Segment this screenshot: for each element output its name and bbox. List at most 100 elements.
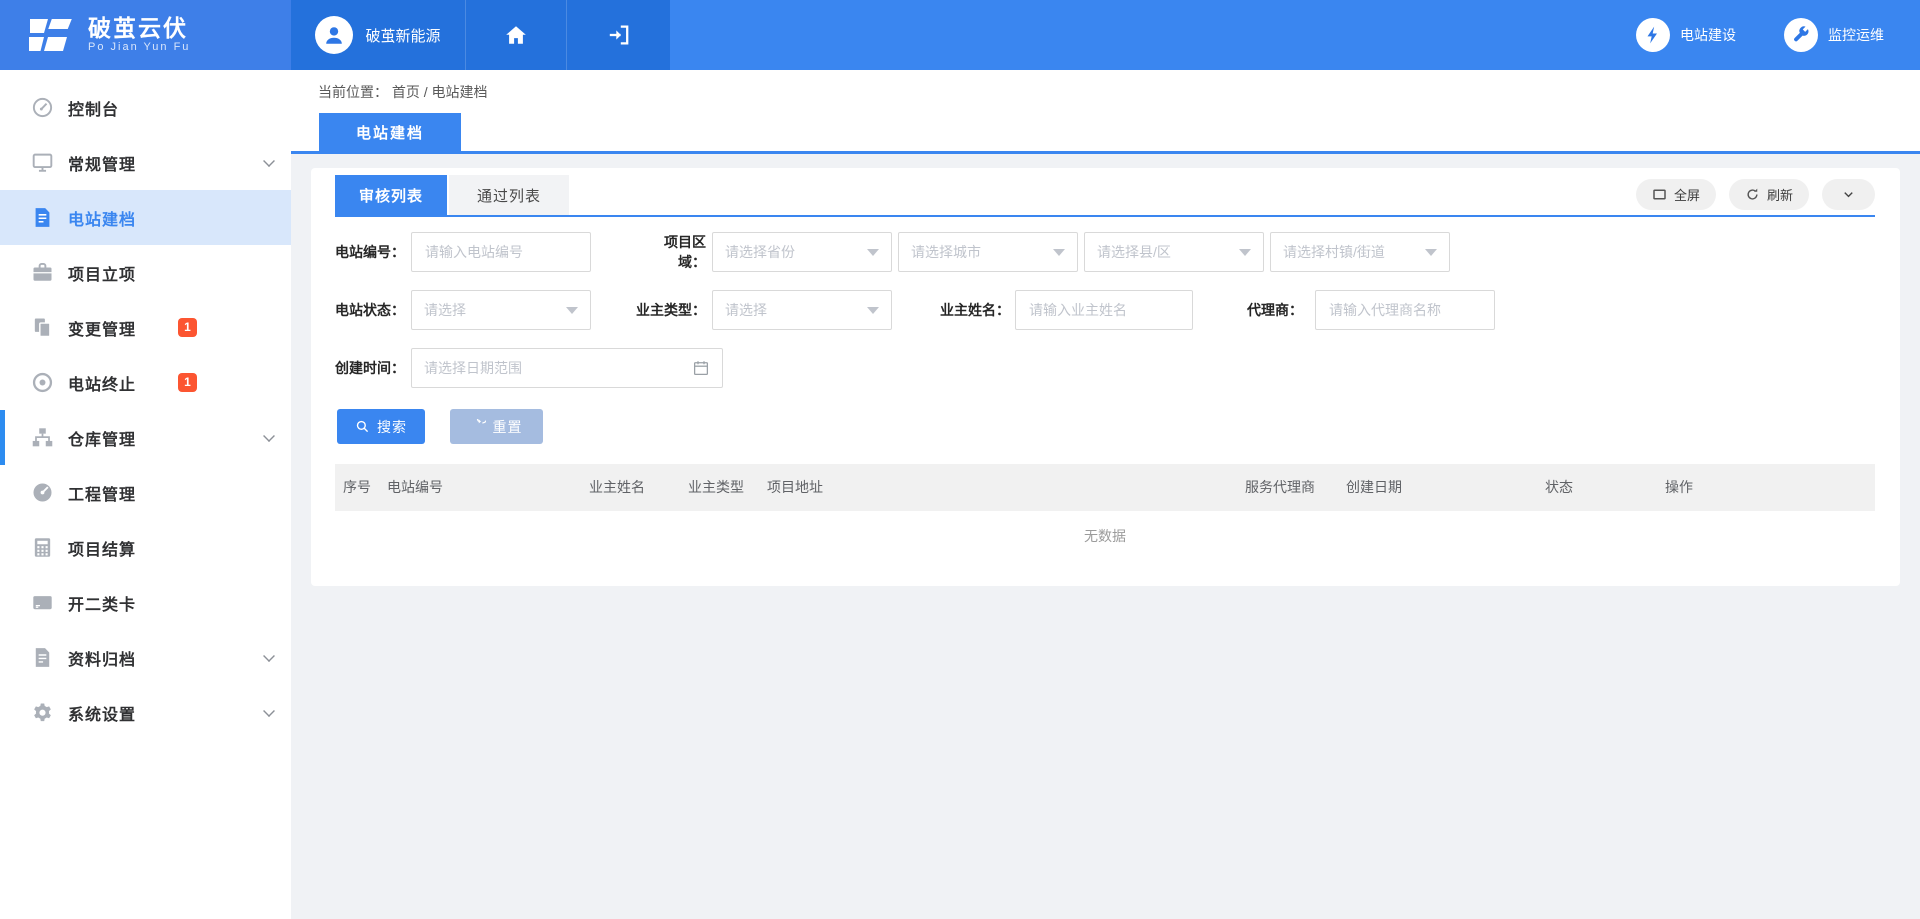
sidebar-item-station-archive[interactable]: 电站建档: [0, 190, 291, 245]
page-title-tab: 电站建档: [319, 113, 461, 151]
owner-name-input[interactable]: [1015, 290, 1193, 330]
chevron-down-icon: [263, 705, 275, 717]
notification-badge: 1: [178, 318, 197, 337]
station-status-select[interactable]: 请选择: [411, 290, 591, 330]
monitor-icon: [31, 151, 54, 174]
owner-type-select[interactable]: 请选择: [712, 290, 892, 330]
notification-badge: 1: [178, 373, 197, 392]
calendar-icon: [692, 359, 710, 377]
main-area: 当前位置： 首页 / 电站建档 电站建档 审核列表 通过列表 全屏: [291, 70, 1920, 919]
filter-row-3: 创建时间：: [335, 348, 1875, 388]
list-tabbar: 审核列表 通过列表 全屏: [335, 168, 1875, 217]
select-caret-icon: [1053, 249, 1065, 256]
header-spacer: [670, 0, 1636, 70]
gear-icon: [31, 701, 54, 724]
region-label: 项目区域：: [642, 232, 706, 272]
station-code-input[interactable]: [411, 232, 591, 272]
sidebar-item-project-settlement[interactable]: 项目结算: [0, 520, 291, 575]
tab-passed-list[interactable]: 通过列表: [449, 175, 569, 215]
meter-icon: [31, 481, 54, 504]
reset-button[interactable]: 重置: [450, 409, 543, 444]
wrench-icon: [1784, 18, 1818, 52]
col-status: 状态: [1545, 464, 1573, 511]
refresh-icon: [1745, 187, 1760, 202]
user-name: 破茧新能源: [365, 25, 440, 46]
collapse-button[interactable]: [1822, 179, 1875, 210]
logout-button[interactable]: [566, 0, 670, 70]
select-caret-icon: [867, 249, 879, 256]
briefcase-icon: [31, 261, 54, 284]
sidebar-item-console[interactable]: 控制台: [0, 80, 291, 135]
agent-input[interactable]: [1315, 290, 1495, 330]
logo-icon: [28, 17, 74, 53]
owner-type-label: 业主类型：: [636, 300, 706, 320]
brand-logo: 破茧云伏 Po Jian Yun Fu: [0, 0, 291, 70]
sidebar-item-warehouse-mgmt[interactable]: 仓库管理: [0, 410, 291, 465]
breadcrumb: 当前位置： 首页 / 电站建档: [318, 82, 488, 102]
sidebar-item-engineering-mgmt[interactable]: 工程管理: [0, 465, 291, 520]
filter-row-1: 电站编号： 项目区域： 请选择省份 请选择城市: [335, 232, 1875, 272]
search-icon: [355, 419, 370, 434]
col-create-date: 创建日期: [1346, 464, 1402, 511]
user-menu[interactable]: 破茧新能源: [291, 0, 465, 70]
filter-row-2: 电站状态： 请选择 业主类型： 请选择 业主姓名：: [335, 290, 1875, 330]
col-service-agent: 服务代理商: [1245, 464, 1315, 511]
logo-title: 破茧云伏: [88, 16, 190, 41]
col-owner-name: 业主姓名: [589, 464, 645, 511]
refresh-button[interactable]: 刷新: [1729, 179, 1809, 210]
sidebar-item-general-mgmt[interactable]: 常规管理: [0, 135, 291, 190]
breadcrumb-bar: 当前位置： 首页 / 电站建档 电站建档: [291, 70, 1920, 154]
nav-monitor-ops[interactable]: 监控运维: [1784, 18, 1884, 52]
col-owner-type: 业主类型: [688, 464, 744, 511]
calculator-icon: [31, 536, 54, 559]
card-icon: [31, 591, 54, 614]
sidebar-item-open-class2-card[interactable]: 开二类卡: [0, 575, 291, 630]
select-caret-icon: [867, 307, 879, 314]
chevron-down-icon: [263, 155, 275, 167]
sidebar-item-station-termination[interactable]: 电站终止 1: [0, 355, 291, 410]
agent-label: 代理商：: [1245, 300, 1303, 320]
archive-file-icon: [31, 646, 54, 669]
search-button[interactable]: 搜索: [337, 409, 425, 444]
fullscreen-icon: [1652, 187, 1667, 202]
tab-review-list[interactable]: 审核列表: [335, 175, 447, 215]
fullscreen-button[interactable]: 全屏: [1636, 179, 1716, 210]
date-range-input[interactable]: [411, 348, 723, 388]
logo-subtitle: Po Jian Yun Fu: [88, 41, 190, 54]
col-project-address: 项目地址: [767, 464, 823, 511]
county-select[interactable]: 请选择县/区: [1084, 232, 1264, 272]
gauge-icon: [31, 96, 54, 119]
village-select[interactable]: 请选择村镇/街道: [1270, 232, 1450, 272]
sidebar-item-change-mgmt[interactable]: 变更管理 1: [0, 300, 291, 355]
avatar: [315, 16, 353, 54]
workspace: 审核列表 通过列表 全屏: [291, 154, 1920, 919]
create-time-label: 创建时间：: [335, 358, 405, 378]
sidebar-item-data-archive[interactable]: 资料归档: [0, 630, 291, 685]
table-header: 序号 电站编号 业主姓名 业主类型 项目地址 服务代理商 创建日期 状态 操作: [335, 464, 1875, 511]
copy-icon: [31, 316, 54, 339]
sidebar-item-system-settings[interactable]: 系统设置: [0, 685, 291, 740]
col-station-code: 电站编号: [387, 464, 443, 511]
home-button[interactable]: [465, 0, 566, 70]
sidebar: 控制台 常规管理 电站建档 项目立项: [0, 70, 291, 919]
city-select[interactable]: 请选择城市: [898, 232, 1078, 272]
reset-icon: [471, 419, 486, 434]
select-caret-icon: [566, 307, 578, 314]
select-caret-icon: [1239, 249, 1251, 256]
top-header: 破茧云伏 Po Jian Yun Fu 破茧新能源: [0, 0, 1920, 70]
nav-station-build[interactable]: 电站建设: [1636, 18, 1736, 52]
col-index: 序号: [343, 464, 371, 511]
chevron-down-icon: [1841, 187, 1856, 202]
station-status-label: 电站状态：: [335, 300, 405, 320]
empty-state-text: 无数据: [335, 526, 1875, 546]
content-panel: 审核列表 通过列表 全屏: [311, 168, 1900, 586]
col-actions: 操作: [1665, 464, 1693, 511]
login-arrow-icon: [607, 23, 631, 47]
chevron-down-icon: [263, 650, 275, 662]
person-icon: [322, 23, 346, 47]
filter-form: 电站编号： 项目区域： 请选择省份 请选择城市: [335, 232, 1875, 388]
sidebar-item-project-initiation[interactable]: 项目立项: [0, 245, 291, 300]
select-caret-icon: [1425, 249, 1437, 256]
province-select[interactable]: 请选择省份: [712, 232, 892, 272]
tab-actions: 全屏 刷新: [1636, 179, 1875, 210]
